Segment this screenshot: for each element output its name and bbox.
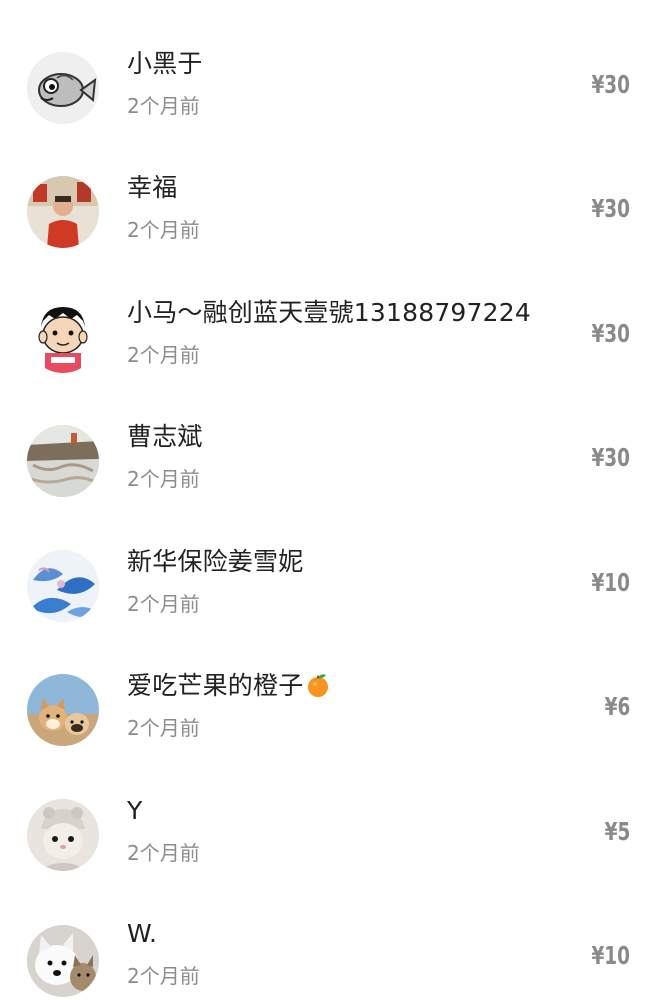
donation-time: 2个月前 [127,840,200,865]
cartoon-boy-avatar[interactable] [27,300,99,373]
photo-person-red-avatar[interactable] [27,176,99,248]
donor-name: 小黑于 [127,49,203,78]
donor-name: W. [127,919,158,948]
cat-in-hat-avatar[interactable] [27,798,99,871]
donation-amount: ¥30 [591,318,630,348]
donor-name: 新华保险姜雪妮 [127,546,304,576]
donor-name: 曹志斌 [127,422,203,451]
donation-time: 2个月前 [127,467,200,491]
sketch-fish-avatar[interactable] [27,52,99,124]
two-dogs-avatar[interactable] [27,674,99,746]
list-item[interactable]: 幸福 2个月前 ¥30 [0,122,658,248]
orange-emoji-icon [305,672,331,698]
donor-name: 幸福 [127,173,178,202]
blue-flower-avatar[interactable] [27,549,99,622]
donation-time: 2个月前 [127,218,200,242]
donation-amount: ¥30 [591,443,630,472]
donor-name: Y [127,795,143,825]
waterfall-landscape-avatar[interactable] [27,425,99,497]
donation-time: 2个月前 [127,591,200,616]
donor-name-text: 爱吃芒果的橙子 [127,671,304,700]
donation-time: 2个月前 [127,716,200,740]
donor-name: 爱吃芒果的橙子 [127,671,331,701]
reward-list: 小黑于 2个月前 ¥30 幸福 2个月前 ¥30 小马～融创蓝天壹號131887… [0,0,658,1000]
donation-time: 2个月前 [127,342,200,367]
list-item[interactable]: 新华保险姜雪妮 2个月前 ¥10 [0,496,658,622]
list-item[interactable]: Y 2个月前 ¥5 [0,745,658,871]
donation-amount: ¥6 [604,692,630,721]
donation-amount: ¥30 [591,194,630,223]
donation-amount: ¥30 [591,70,630,99]
donation-amount: ¥10 [591,941,630,970]
list-item[interactable]: 小马～融创蓝天壹號13188797224 2个月前 ¥30 [0,247,658,373]
list-item[interactable]: 爱吃芒果的橙子 2个月前 ¥6 [0,620,658,746]
donor-name: 小马～融创蓝天壹號13188797224 [127,297,531,327]
list-item[interactable]: 曹志斌 2个月前 ¥30 [0,371,658,497]
donation-time: 2个月前 [127,94,200,118]
list-item[interactable]: W. 2个月前 ¥10 [0,869,658,999]
donation-amount: ¥10 [591,567,630,597]
donation-time: 2个月前 [127,964,200,988]
list-item[interactable]: 小黑于 2个月前 ¥30 [0,0,658,124]
donation-amount: ¥5 [604,816,630,846]
dog-and-cat-avatar[interactable] [27,925,99,997]
